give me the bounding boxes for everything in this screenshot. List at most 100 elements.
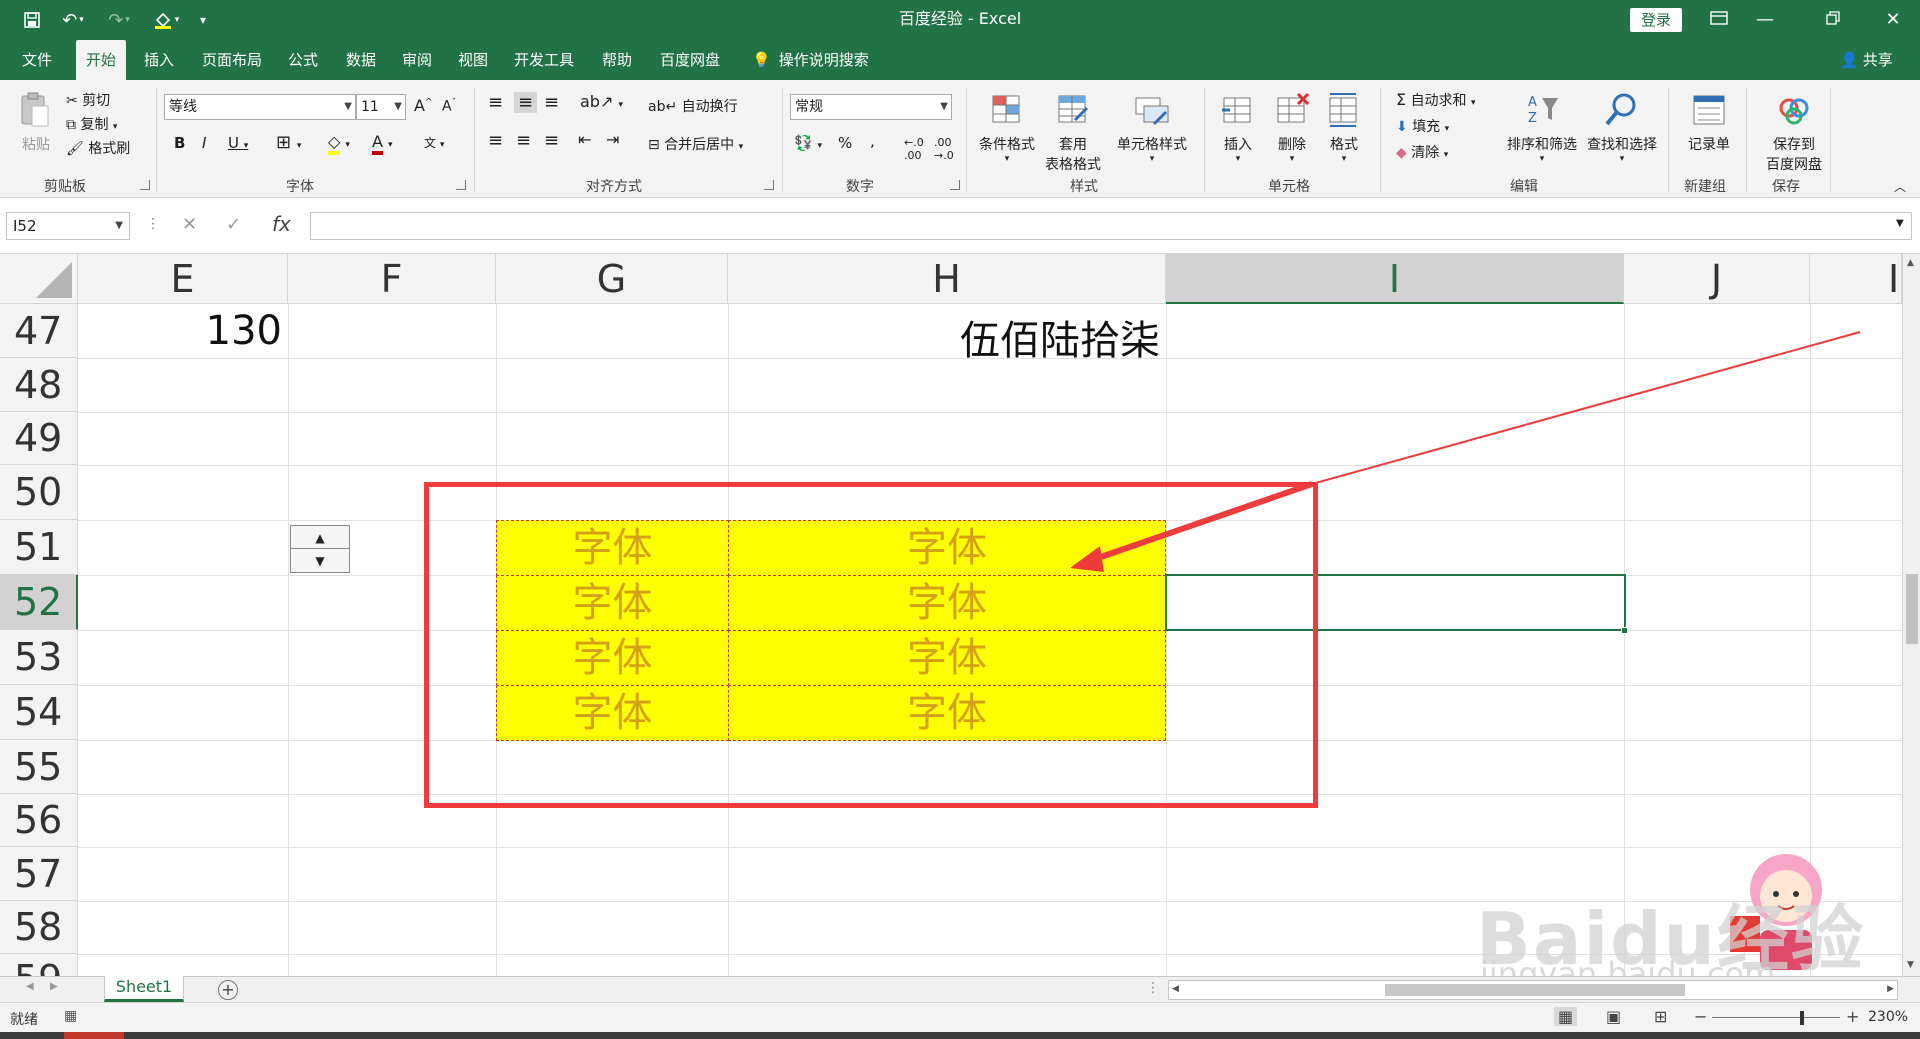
worksheet-grid[interactable]: E F G H I J I 47 48 49 50 51 52 53 54 55…	[0, 254, 1902, 976]
customize-quick-access-icon[interactable]: ▾	[196, 8, 210, 32]
wrap-text-button[interactable]: ab↵ 自动换行	[648, 96, 738, 116]
tab-page-layout[interactable]: 页面布局	[202, 40, 262, 80]
zoom-in-icon[interactable]: +	[1846, 1007, 1859, 1026]
number-launcher-icon[interactable]	[950, 180, 960, 190]
more-options-icon[interactable]: ⋮	[146, 216, 160, 232]
align-right-icon[interactable]: ≡	[544, 130, 559, 151]
align-left-icon[interactable]: ≡	[488, 130, 503, 151]
delete-cells-button[interactable]: 删除 ▾	[1270, 90, 1314, 164]
conditional-format-button[interactable]: 条件格式 ▾	[974, 90, 1040, 164]
underline-icon[interactable]: U ▾	[228, 134, 248, 152]
borders-icon[interactable]: ⊞ ▾	[276, 132, 301, 153]
zoom-slider-knob[interactable]	[1800, 1011, 1804, 1025]
scroll-left-icon[interactable]: ◀	[1172, 984, 1179, 994]
tab-baidu-netdisk[interactable]: 百度网盘	[660, 40, 720, 80]
scroll-sheets-left-icon[interactable]: ◀	[26, 981, 34, 992]
tab-split-handle[interactable]: ⋮	[1146, 980, 1160, 996]
scroll-right-icon[interactable]: ▶	[1887, 984, 1894, 994]
tab-insert[interactable]: 插入	[144, 40, 174, 80]
decrease-decimal-icon[interactable]: .00 →.0	[934, 136, 954, 162]
phonetic-icon[interactable]: 文 ▾	[424, 134, 444, 151]
decrease-font-icon[interactable]: Aˇ	[442, 98, 456, 115]
formula-input[interactable]	[310, 212, 1912, 240]
find-select-button[interactable]: 查找和选择 ▾	[1582, 90, 1662, 164]
format-cells-button[interactable]: 格式 ▾	[1322, 90, 1366, 164]
scroll-sheets-right-icon[interactable]: ▶	[50, 981, 58, 992]
undo-icon[interactable]: ↶ ▾	[58, 8, 88, 32]
fill-color-quick-icon[interactable]: ▾	[148, 8, 184, 32]
cancel-entry-icon[interactable]: ✕	[182, 214, 197, 235]
horizontal-scroll-thumb[interactable]	[1385, 984, 1685, 996]
decrease-indent-icon[interactable]: ⇤	[578, 130, 591, 149]
record-form-button[interactable]: 记录单	[1682, 90, 1736, 154]
save-icon[interactable]	[22, 8, 42, 32]
format-as-table-button[interactable]: 套用 表格格式	[1040, 90, 1106, 174]
tab-view[interactable]: 视图	[458, 40, 488, 80]
alignment-launcher-icon[interactable]	[764, 180, 774, 190]
confirm-entry-icon[interactable]: ✓	[226, 214, 241, 235]
autosum-button[interactable]: Σ 自动求和 ▾	[1396, 90, 1476, 110]
clipboard-launcher-icon[interactable]	[140, 180, 150, 190]
align-top-icon[interactable]: ≡	[488, 92, 503, 113]
increase-font-icon[interactable]: A^	[414, 96, 433, 115]
cell-styles-button[interactable]: 单元格样式 ▾	[1112, 90, 1192, 164]
fill-button[interactable]: ⬇ 填充 ▾	[1396, 116, 1449, 136]
expand-formula-bar-icon[interactable]: ▼	[1896, 218, 1904, 229]
zoom-slider[interactable]	[1712, 1017, 1840, 1018]
align-center-icon[interactable]: ≡	[516, 130, 531, 151]
percent-icon[interactable]: %	[838, 134, 852, 152]
fill-color-icon[interactable]: ◇ ▾	[328, 132, 350, 155]
number-format-combo[interactable]: 常规 ▼	[790, 94, 952, 120]
increase-indent-icon[interactable]: ⇥	[606, 130, 619, 149]
increase-decimal-icon[interactable]: ←.0.00	[904, 136, 924, 162]
tell-me-search[interactable]: 💡 操作说明搜索	[752, 40, 869, 80]
ribbon-display-options-icon[interactable]	[1696, 0, 1742, 40]
clear-button[interactable]: ◆ 清除 ▾	[1396, 142, 1448, 162]
accounting-format-icon[interactable]: 💱 ▾	[794, 134, 822, 152]
horizontal-scrollbar[interactable]: ◀ ▶	[1168, 980, 1898, 1000]
normal-view-icon[interactable]: ▦	[1554, 1007, 1578, 1026]
vertical-scrollbar[interactable]: ▲ ▼	[1902, 254, 1920, 976]
align-bottom-icon[interactable]: ≡	[544, 92, 559, 113]
accessibility-icon[interactable]: ▦	[64, 1008, 77, 1024]
font-size-combo[interactable]: 11 ▼	[356, 94, 406, 120]
zoom-level[interactable]: 230%	[1868, 1009, 1908, 1025]
sort-filter-button[interactable]: AZ 排序和筛选 ▾	[1504, 90, 1580, 164]
share-button[interactable]: 👤 共享	[1840, 40, 1893, 80]
paste-button[interactable]: 粘贴	[14, 90, 58, 154]
save-to-netdisk-button[interactable]: 保存到 百度网盘	[1754, 90, 1834, 174]
close-icon[interactable]: ✕	[1870, 0, 1916, 40]
italic-icon[interactable]: I	[202, 134, 206, 152]
name-box[interactable]: I52 ▼	[6, 212, 130, 240]
tab-review[interactable]: 审阅	[402, 40, 432, 80]
vertical-scroll-thumb[interactable]	[1906, 574, 1918, 644]
orientation-icon[interactable]: ab↗ ▾	[580, 92, 623, 111]
font-color-icon[interactable]: A ▾	[372, 132, 393, 155]
copy-button[interactable]: ⧉ 复制 ▾	[66, 114, 117, 134]
zoom-out-icon[interactable]: −	[1694, 1007, 1707, 1026]
tab-file[interactable]: 文件	[22, 40, 52, 80]
format-painter-button[interactable]: 🖌 格式刷	[66, 138, 130, 158]
cut-button[interactable]: ✂ 剪切	[66, 90, 110, 110]
scroll-up-icon[interactable]: ▲	[1907, 258, 1914, 268]
scroll-down-icon[interactable]: ▼	[1907, 960, 1914, 970]
comma-icon[interactable]: ,	[870, 132, 875, 150]
sheet-tab-sheet1[interactable]: Sheet1	[104, 976, 184, 1002]
page-break-view-icon[interactable]: ⊞	[1654, 1007, 1667, 1026]
tab-home[interactable]: 开始	[76, 40, 127, 80]
font-launcher-icon[interactable]	[456, 180, 466, 190]
page-layout-view-icon[interactable]: ▣	[1606, 1007, 1621, 1026]
insert-cells-button[interactable]: 插入 ▾	[1216, 90, 1260, 164]
redo-icon[interactable]: ↷ ▾	[104, 8, 134, 32]
tab-developer[interactable]: 开发工具	[514, 40, 574, 80]
insert-function-icon[interactable]: fx	[272, 212, 291, 236]
minimize-icon[interactable]: —	[1742, 0, 1788, 40]
font-name-combo[interactable]: 等线 ▼	[164, 94, 356, 120]
tab-help[interactable]: 帮助	[602, 40, 632, 80]
collapse-ribbon-icon[interactable]: ︿	[1894, 178, 1906, 195]
align-middle-icon[interactable]: ≡	[514, 92, 538, 113]
add-sheet-icon[interactable]: +	[218, 980, 238, 1000]
tab-data[interactable]: 数据	[346, 40, 376, 80]
restore-icon[interactable]	[1810, 0, 1856, 40]
merge-center-button[interactable]: ⊟ 合并后居中 ▾	[648, 134, 743, 154]
